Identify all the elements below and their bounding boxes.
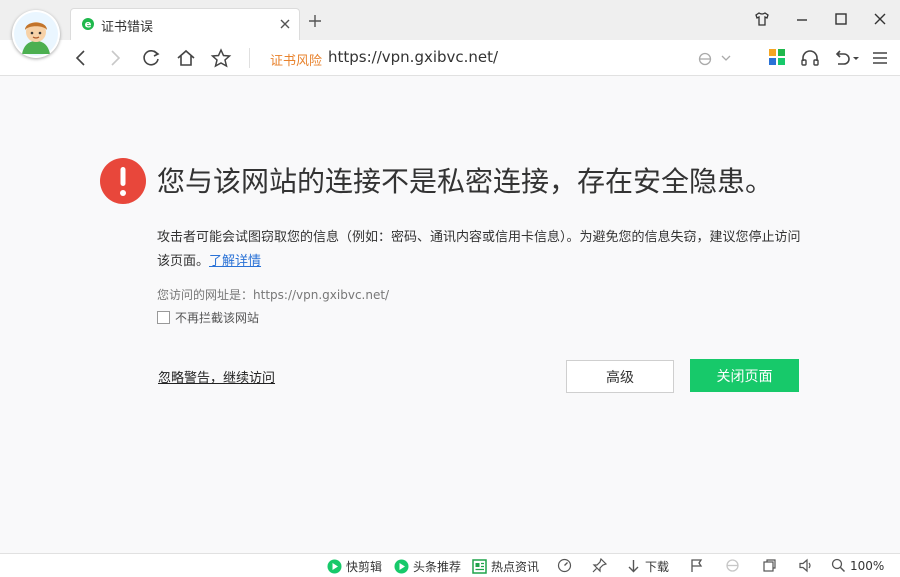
- play-icon: [394, 559, 409, 574]
- window-button[interactable]: [762, 558, 781, 573]
- refresh-icon[interactable]: [141, 48, 161, 68]
- error-page: 您与该网站的连接不是私密连接，存在安全隐患。 攻击者可能会试图窃取您的信息（例如…: [0, 76, 900, 553]
- tab-title: 证书错误: [101, 20, 154, 35]
- warning-description: 攻击者可能会试图窃取您的信息（例如：密码、通讯内容或信用卡信息）。为避免您的信息…: [157, 226, 807, 274]
- no-intercept-checkbox[interactable]: [157, 311, 170, 324]
- warning-icon: [100, 158, 146, 204]
- headset-icon[interactable]: [800, 48, 820, 68]
- ie-button[interactable]: [725, 558, 744, 573]
- visited-url: https://vpn.gxibvc.net/: [253, 288, 390, 302]
- advanced-button[interactable]: 高级: [566, 360, 674, 393]
- learn-more-link[interactable]: 了解详情: [209, 254, 261, 269]
- user-avatar-icon[interactable]: [12, 10, 60, 58]
- navigation-bar: 证书风险 https://vpn.gxibvc.net/: [0, 40, 900, 76]
- ie-logo-icon: e: [81, 17, 95, 31]
- play-icon: [327, 559, 342, 574]
- divider: [249, 48, 250, 68]
- page-title: 您与该网站的连接不是私密连接，存在安全隐患。: [157, 165, 774, 198]
- speaker-icon: [798, 558, 813, 573]
- back-icon[interactable]: [72, 48, 90, 68]
- compat-mode-icon[interactable]: [697, 51, 713, 67]
- flag-icon: [690, 558, 705, 573]
- quick-clip-button[interactable]: 快剪辑: [327, 558, 382, 575]
- minimize-icon[interactable]: [795, 11, 809, 27]
- star-icon[interactable]: [210, 48, 232, 68]
- download-icon: [626, 559, 641, 574]
- download-button[interactable]: 下载: [626, 558, 669, 575]
- hot-news-button[interactable]: 热点资讯: [472, 558, 539, 575]
- speedup-button[interactable]: [557, 558, 576, 573]
- close-window-icon[interactable]: [873, 11, 887, 27]
- zoom-level: 100%: [850, 558, 885, 573]
- apps-icon[interactable]: [768, 48, 786, 66]
- headlines-label: 头条推荐: [413, 560, 462, 574]
- chevron-down-icon[interactable]: [721, 54, 731, 62]
- flag-button[interactable]: [690, 558, 709, 573]
- ie-icon: [725, 558, 740, 573]
- zoom-control[interactable]: 100%: [831, 558, 884, 573]
- tab-strip: e 证书错误: [0, 0, 900, 58]
- speedup-icon: [557, 558, 572, 573]
- forward-icon[interactable]: [106, 48, 124, 68]
- skin-icon[interactable]: [754, 11, 770, 27]
- close-page-button[interactable]: 关闭页面: [690, 359, 799, 392]
- home-icon[interactable]: [176, 48, 196, 68]
- search-icon: [831, 558, 846, 573]
- maximize-icon[interactable]: [834, 11, 848, 27]
- no-intercept-label: 不再拦截该网站: [175, 311, 260, 325]
- url-input[interactable]: https://vpn.gxibvc.net/: [328, 48, 498, 66]
- news-icon: [472, 559, 487, 574]
- status-bar: 快剪辑 头条推荐 热点资讯 下载 100%: [0, 553, 900, 577]
- undo-icon[interactable]: [832, 48, 860, 68]
- headlines-button[interactable]: 头条推荐: [394, 558, 461, 575]
- download-label: 下载: [645, 560, 670, 574]
- plus-icon[interactable]: [308, 14, 322, 28]
- visited-url-line: 您访问的网址是：https://vpn.gxibvc.net/: [157, 286, 389, 303]
- hot-news-label: 热点资讯: [491, 560, 540, 574]
- quick-clip-label: 快剪辑: [346, 560, 383, 574]
- pin-button[interactable]: [592, 558, 611, 573]
- ignore-warning-link[interactable]: 忽略警告，继续访问: [158, 367, 275, 386]
- no-intercept-option[interactable]: 不再拦截该网站: [157, 309, 259, 326]
- window-icon: [762, 558, 777, 573]
- volume-button[interactable]: [798, 558, 817, 573]
- svg-text:e: e: [85, 20, 92, 31]
- close-icon[interactable]: [279, 18, 291, 30]
- visited-label: 您访问的网址是：: [157, 288, 254, 302]
- tab-active[interactable]: e 证书错误: [70, 8, 300, 40]
- menu-icon[interactable]: [872, 48, 888, 68]
- cert-warning-label[interactable]: 证书风险: [270, 50, 322, 69]
- pin-icon: [592, 558, 607, 573]
